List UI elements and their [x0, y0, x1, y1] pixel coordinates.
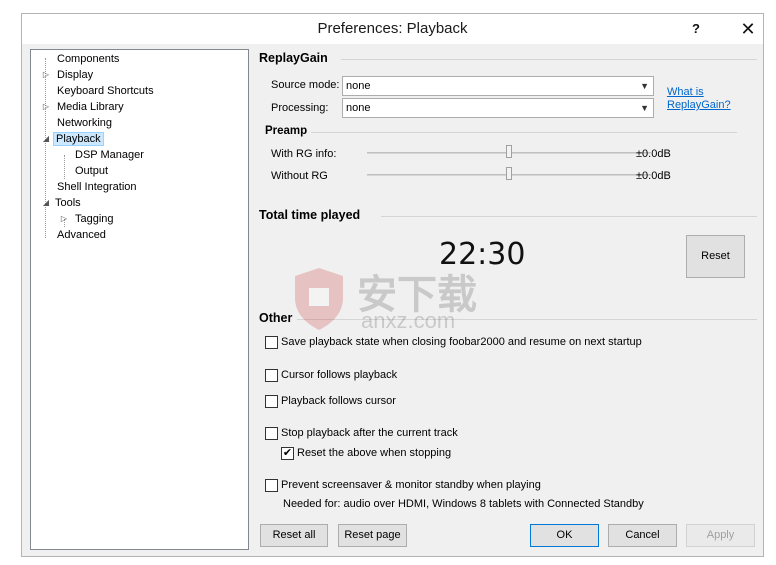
- apply-button[interactable]: Apply: [686, 524, 755, 547]
- tree-item-label: Display: [57, 69, 94, 81]
- total-time-heading: Total time played: [259, 208, 361, 222]
- group-divider: [341, 59, 757, 60]
- with-rg-value: ±0.0dB: [636, 148, 671, 160]
- tree-expander-icon[interactable]: ▷: [59, 211, 69, 227]
- help-button[interactable]: ?: [684, 17, 708, 41]
- group-divider: [311, 132, 737, 133]
- tree-item-shell-integration[interactable]: Shell Integration: [41, 179, 139, 195]
- tree-item-label: Output: [75, 165, 109, 177]
- tree-expander-icon[interactable]: ▷: [41, 67, 51, 83]
- chevron-down-icon: ▼: [640, 81, 649, 91]
- reset-time-button[interactable]: Reset: [686, 235, 745, 278]
- preferences-window: Preferences: Playback ? ✕ Components ▷ D…: [21, 13, 764, 557]
- cursor-follows-label[interactable]: Cursor follows playback: [281, 369, 397, 381]
- source-mode-label: Source mode:: [271, 79, 340, 91]
- replaygain-heading: ReplayGain: [259, 51, 328, 65]
- processing-label: Processing:: [271, 102, 329, 114]
- prevent-screensaver-label[interactable]: Prevent screensaver & monitor standby wh…: [281, 479, 541, 491]
- cursor-follows-checkbox[interactable]: [265, 369, 278, 382]
- tree-item-label: Tagging: [75, 213, 114, 225]
- watermark-subtext: anxz.com: [361, 308, 456, 333]
- reset-when-stopping-label[interactable]: Reset the above when stopping: [297, 447, 451, 459]
- preamp-heading: Preamp: [265, 125, 308, 137]
- tree-item-components[interactable]: Components: [41, 51, 121, 67]
- with-rg-slider-thumb[interactable]: [506, 145, 512, 158]
- tree-item-label: Playback: [53, 132, 104, 146]
- tree-item-display[interactable]: ▷ Display: [41, 67, 95, 83]
- tree-item-tools[interactable]: ◢ Tools: [41, 195, 83, 211]
- without-rg-label: Without RG: [271, 170, 328, 182]
- tree-item-label: Keyboard Shortcuts: [57, 85, 154, 97]
- stop-after-current-label[interactable]: Stop playback after the current track: [281, 427, 458, 439]
- cancel-button[interactable]: Cancel: [608, 524, 677, 547]
- tree-expander-icon[interactable]: ▷: [41, 99, 51, 115]
- tree-item-output[interactable]: Output: [59, 163, 110, 179]
- what-is-replaygain-link[interactable]: What is ReplayGain?: [667, 86, 739, 112]
- tree-item-keyboard-shortcuts[interactable]: Keyboard Shortcuts: [41, 83, 156, 99]
- group-divider: [381, 216, 757, 217]
- without-rg-value: ±0.0dB: [636, 170, 671, 182]
- tree-item-label: Networking: [57, 117, 113, 129]
- tree-item-networking[interactable]: Networking: [41, 115, 114, 131]
- processing-select[interactable]: none ▼: [342, 98, 654, 118]
- source-mode-select[interactable]: none ▼: [342, 76, 654, 96]
- playback-follows-checkbox[interactable]: [265, 395, 278, 408]
- checkmark-icon: ✔: [282, 447, 293, 459]
- playback-follows-label[interactable]: Playback follows cursor: [281, 395, 396, 407]
- tree-item-dsp-manager[interactable]: DSP Manager: [59, 147, 146, 163]
- tree-item-label: Advanced: [57, 229, 106, 241]
- stop-after-current-checkbox[interactable]: [265, 427, 278, 440]
- tree-item-label: Media Library: [57, 101, 124, 113]
- tree-item-label: Components: [57, 53, 120, 65]
- ok-button[interactable]: OK: [530, 524, 599, 547]
- tree-item-playback[interactable]: ◢ Playback: [41, 131, 104, 147]
- reset-when-stopping-checkbox[interactable]: ✔: [281, 447, 294, 460]
- tree-item-label: DSP Manager: [75, 149, 144, 161]
- close-button[interactable]: ✕: [736, 17, 760, 41]
- tree-item-tagging[interactable]: ▷ Tagging: [59, 211, 116, 227]
- title-bar: Preferences: Playback ? ✕: [22, 14, 763, 44]
- prevent-screensaver-checkbox[interactable]: [265, 479, 278, 492]
- tree-item-label: Tools: [55, 197, 81, 209]
- reset-all-button[interactable]: Reset all: [260, 524, 328, 547]
- tree-item-advanced[interactable]: Advanced: [41, 227, 108, 243]
- tree-expander-icon[interactable]: ◢: [41, 195, 51, 211]
- save-state-checkbox[interactable]: [265, 336, 278, 349]
- chevron-down-icon: ▼: [640, 103, 649, 113]
- window-title: Preferences: Playback: [317, 20, 468, 37]
- processing-value: none: [346, 102, 371, 114]
- tree-expander-icon[interactable]: ◢: [41, 131, 51, 147]
- watermark: 安下载 anxz.com: [287, 262, 517, 340]
- source-mode-value: none: [346, 80, 371, 92]
- reset-page-button[interactable]: Reset page: [338, 524, 407, 547]
- preferences-tree[interactable]: Components ▷ Display Keyboard Shortcuts …: [30, 49, 249, 550]
- standby-note: Needed for: audio over HDMI, Windows 8 t…: [283, 498, 644, 510]
- with-rg-label: With RG info:: [271, 148, 337, 160]
- tree-item-media-library[interactable]: ▷ Media Library: [41, 99, 126, 115]
- without-rg-slider-thumb[interactable]: [506, 167, 512, 180]
- tree-item-label: Shell Integration: [57, 181, 137, 193]
